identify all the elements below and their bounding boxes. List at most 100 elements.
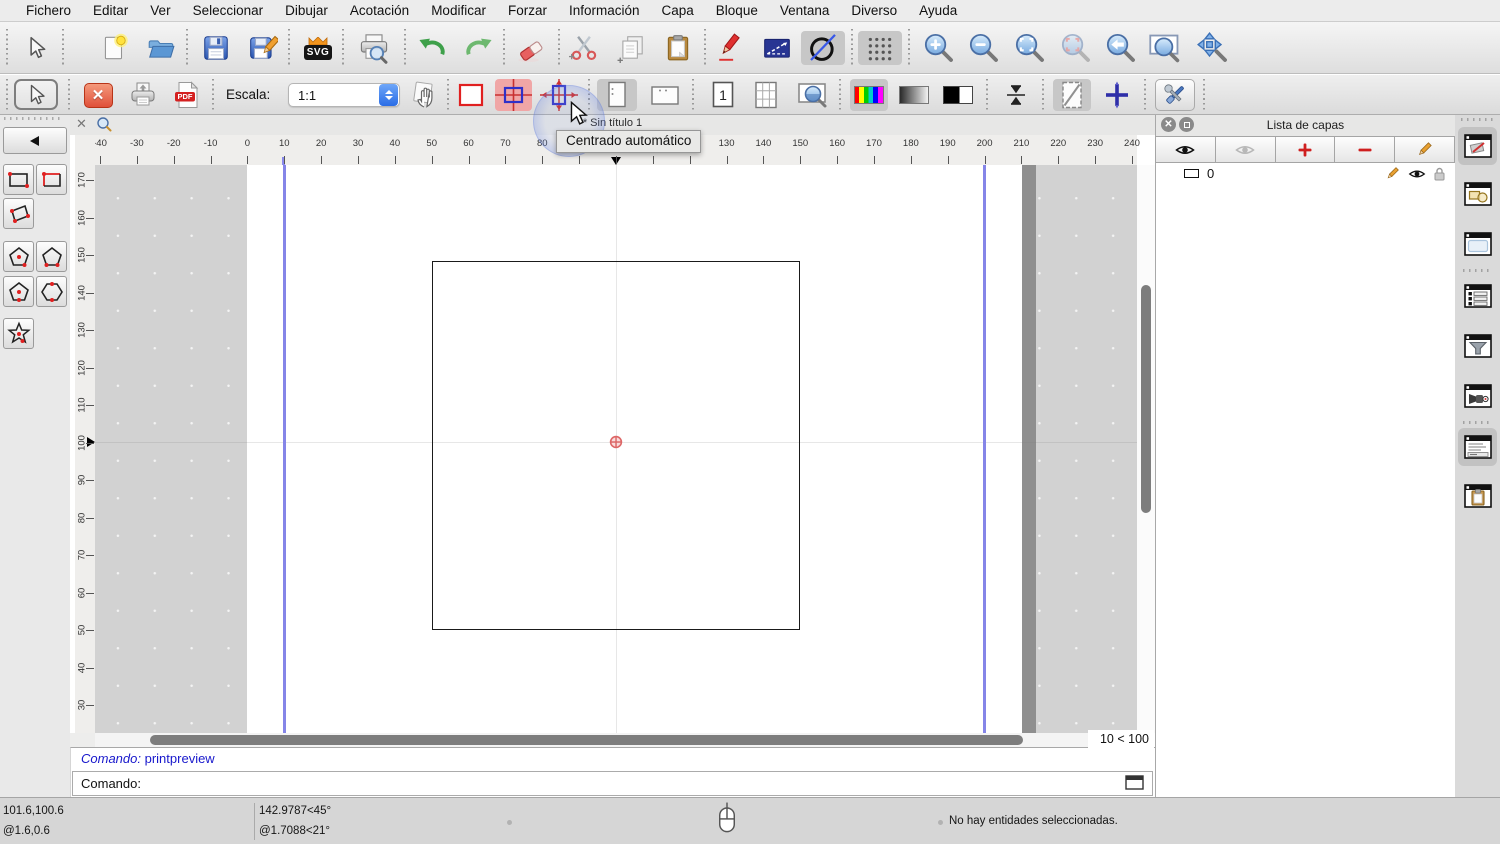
drawing-canvas[interactable]: [95, 165, 1137, 733]
back-button[interactable]: [3, 127, 67, 154]
paper-borders-button[interactable]: [452, 79, 489, 111]
show-points-button[interactable]: [1098, 79, 1136, 111]
polygon-center-corner-tool[interactable]: [3, 241, 34, 272]
save-button[interactable]: [196, 31, 236, 65]
menu-capa[interactable]: Capa: [651, 0, 705, 22]
console-expand-icon[interactable]: [1125, 775, 1144, 790]
toggle-selection-filter-button[interactable]: [1458, 327, 1497, 365]
add-layer-button[interactable]: [1275, 136, 1336, 163]
menu-dibujar[interactable]: Dibujar: [274, 0, 339, 22]
undo-button[interactable]: [410, 31, 454, 65]
menu-editar[interactable]: Editar: [82, 0, 139, 22]
portrait-orientation-button[interactable]: [597, 79, 637, 111]
rotated-rectangle-tool[interactable]: [3, 198, 34, 229]
stepper-icon[interactable]: [379, 84, 398, 106]
paste-button[interactable]: [658, 31, 698, 65]
distance-measure-button[interactable]: [756, 31, 798, 65]
layer-row[interactable]: 0: [1156, 163, 1455, 184]
polygon-center-tangent-tool[interactable]: [3, 276, 34, 307]
landscape-orientation-button[interactable]: [645, 79, 685, 111]
edit-pen-button[interactable]: [710, 31, 752, 65]
erase-button[interactable]: [510, 31, 554, 65]
menu-acotación[interactable]: Acotación: [339, 0, 420, 22]
draft-mode-button[interactable]: [801, 31, 845, 65]
zoom-window-button[interactable]: [1143, 31, 1187, 65]
scale-select[interactable]: 1:1: [288, 83, 400, 107]
layer-lock-icon[interactable]: [1434, 167, 1445, 181]
menu-fichero[interactable]: Fichero: [15, 0, 82, 22]
preferences-button[interactable]: [1155, 79, 1195, 111]
zoom-selection-button[interactable]: [1055, 31, 1097, 65]
single-page-button[interactable]: 1: [704, 79, 742, 111]
fixed-position-button[interactable]: [495, 79, 532, 111]
menu-información[interactable]: Información: [558, 0, 651, 22]
zoom-out-button[interactable]: [963, 31, 1005, 65]
polygon-2corners-tool[interactable]: [36, 241, 67, 272]
svg-export-button[interactable]: SVG: [298, 31, 338, 65]
layer-visible-icon[interactable]: [1408, 168, 1426, 180]
toggle-block-list-button[interactable]: [1458, 175, 1497, 213]
full-color-button[interactable]: [850, 79, 888, 111]
black-white-button[interactable]: [939, 79, 977, 111]
print-button[interactable]: [125, 79, 161, 111]
menu-ventana[interactable]: Ventana: [769, 0, 841, 22]
hide-all-layers-button[interactable]: [1215, 136, 1276, 163]
auto-center-button[interactable]: [540, 79, 578, 111]
menu-ayuda[interactable]: Ayuda: [908, 0, 968, 22]
grid-toggle-button[interactable]: [858, 31, 902, 65]
ruler-tick: [174, 156, 175, 164]
select-pointer-button[interactable]: [16, 31, 56, 65]
rectangle-size-tool[interactable]: [36, 164, 67, 195]
edit-layer-button[interactable]: [1394, 136, 1455, 163]
zoom-in-button[interactable]: [918, 31, 960, 65]
hscroll-thumb[interactable]: [150, 735, 1023, 745]
export-pdf-button[interactable]: PDF: [169, 79, 205, 111]
zoom-previous-button[interactable]: [1100, 31, 1142, 65]
grayscale-button[interactable]: [895, 79, 933, 111]
toggle-relative-zero-button[interactable]: [1458, 377, 1497, 415]
pan-paper-button[interactable]: [406, 79, 444, 111]
rectangle-2corners-tool[interactable]: [3, 164, 34, 195]
auto-fit-drawing-button[interactable]: [997, 79, 1035, 111]
menu-forzar[interactable]: Forzar: [497, 0, 558, 22]
vscroll-thumb[interactable]: [1141, 285, 1151, 513]
print-preview-button[interactable]: [352, 31, 396, 65]
preview-pointer-button[interactable]: [14, 79, 58, 110]
remove-layer-button[interactable]: [1334, 136, 1395, 163]
ruler-tick: [86, 330, 94, 331]
menu-bloque[interactable]: Bloque: [705, 0, 769, 22]
multi-page-button[interactable]: [747, 79, 785, 111]
tab-title[interactable]: * Sin título 1: [70, 117, 1155, 129]
ruler-top-label: -40: [93, 138, 107, 149]
zoom-to-page-button[interactable]: [793, 79, 833, 111]
toggle-layer-list-button[interactable]: [1458, 127, 1497, 165]
redo-button[interactable]: [457, 31, 501, 65]
menu-diverso[interactable]: Diverso: [840, 0, 908, 22]
command-input[interactable]: Comando:: [72, 771, 1153, 796]
star-tool[interactable]: [3, 318, 34, 349]
dock-handle[interactable]: [1461, 118, 1494, 121]
vertical-scrollbar[interactable]: [1137, 165, 1155, 733]
toggle-command-line-button[interactable]: [1458, 428, 1497, 466]
cut-button[interactable]: [564, 31, 604, 65]
menu-modificar[interactable]: Modificar: [420, 0, 497, 22]
layer-edit-pencil-icon[interactable]: [1385, 166, 1400, 181]
save-as-button[interactable]: [243, 31, 283, 65]
close-print-preview-button[interactable]: ✕: [80, 79, 116, 111]
toggle-property-editor-button[interactable]: [1458, 277, 1497, 315]
zoom-pan-button[interactable]: [1191, 31, 1235, 65]
new-file-button[interactable]: [94, 31, 134, 65]
polygon-side-side-tool[interactable]: [36, 276, 67, 307]
draft-preview-button[interactable]: [1053, 79, 1091, 111]
show-all-layers-button[interactable]: [1155, 136, 1216, 163]
toggle-clipboard-button[interactable]: [1458, 477, 1497, 515]
horizontal-scrollbar[interactable]: [95, 733, 1137, 747]
ruler-top-label: 230: [1087, 138, 1103, 149]
open-file-button[interactable]: [141, 31, 181, 65]
zoom-auto-button[interactable]: [1009, 31, 1051, 65]
menu-seleccionar[interactable]: Seleccionar: [182, 0, 275, 22]
toggle-library-browser-button[interactable]: [1458, 225, 1497, 263]
copy-button[interactable]: [610, 31, 654, 65]
palette-handle[interactable]: [4, 117, 64, 120]
menu-ver[interactable]: Ver: [139, 0, 181, 22]
